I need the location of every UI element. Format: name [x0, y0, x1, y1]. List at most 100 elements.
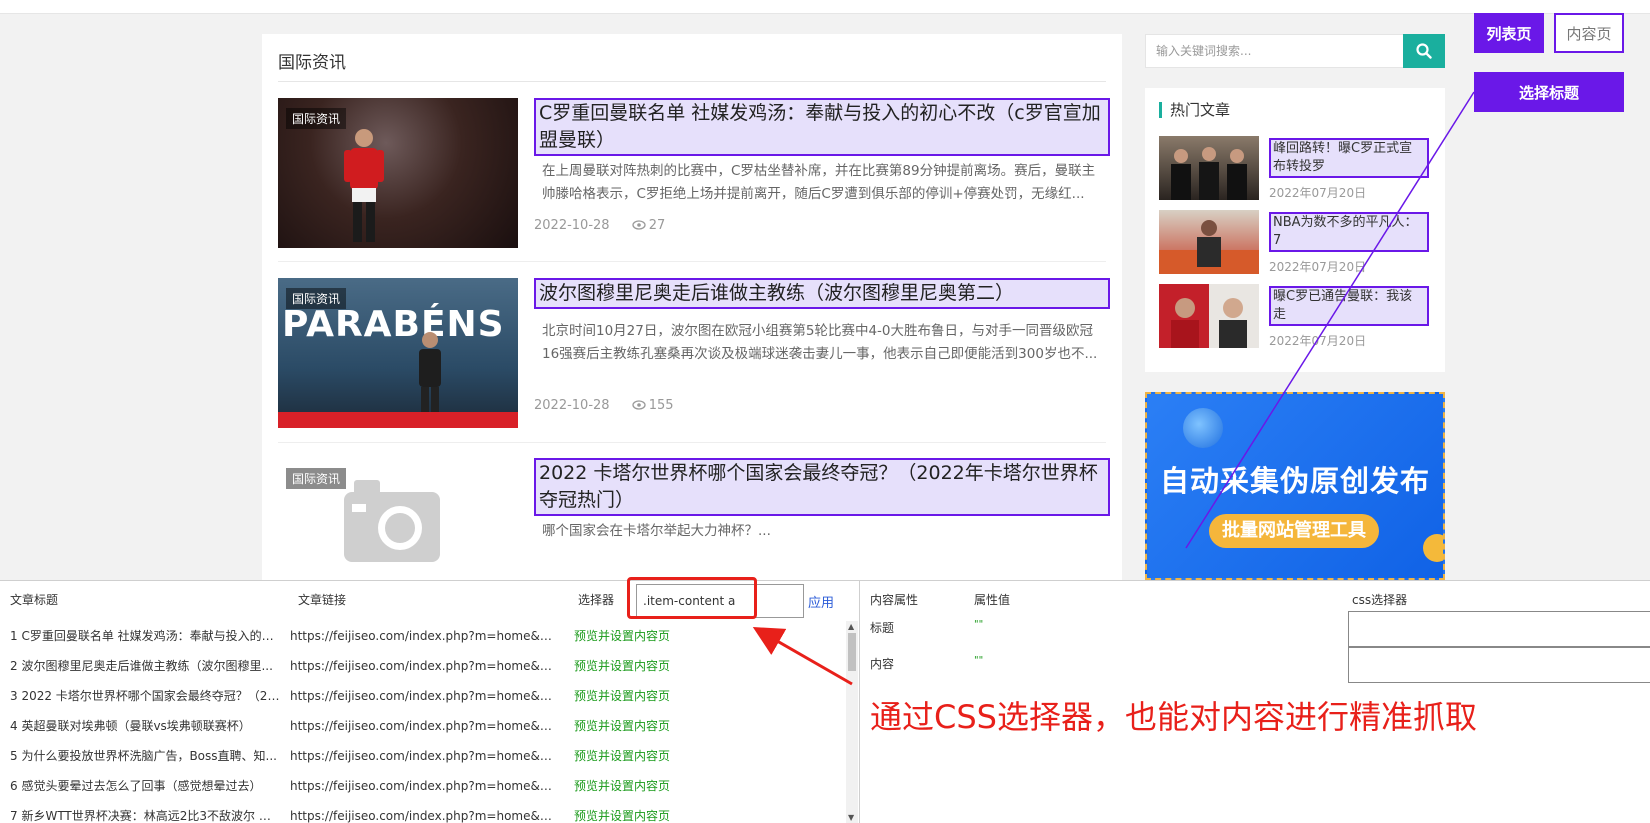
- selector-label: 选择器: [578, 593, 615, 607]
- article-thumbnail[interactable]: 国际资讯: [278, 98, 518, 248]
- table-row: 4 英超曼联对埃弗顿（曼联vs埃弗顿联赛杯） https://feijiseo.…: [0, 711, 846, 741]
- apply-button[interactable]: 应用: [808, 592, 834, 611]
- row-title: 4 英超曼联对埃弗顿（曼联vs埃弗顿联赛杯）: [10, 719, 251, 733]
- search-input[interactable]: [1146, 35, 1404, 67]
- decor-orb: [1423, 534, 1443, 562]
- select-title-button[interactable]: 选择标题: [1474, 72, 1624, 112]
- article-summary: 哪个国家会在卡塔尔举起大力神杯？...: [542, 523, 771, 539]
- category-tag: 国际资讯: [286, 468, 347, 489]
- camera-placeholder-icon: [344, 480, 440, 562]
- article-item[interactable]: PARABÉNS 国际资讯 波尔图穆里尼奥走后谁做主教练（波尔图穆里尼奥第二） …: [278, 278, 1110, 430]
- article-title-link[interactable]: 2022 卡塔尔世界杯哪个国家会最终夺冠？（2022年卡塔尔世界杯夺冠热门）: [534, 458, 1110, 516]
- row-link[interactable]: https://feijiseo.com/index.php?m=home&c=…: [290, 801, 552, 823]
- hot-thumb-image: [1159, 220, 1259, 274]
- search-box: [1145, 34, 1445, 68]
- row-link[interactable]: https://feijiseo.com/index.php?m=home&c=…: [290, 681, 552, 711]
- row-title: 2 波尔图穆里尼奥走后谁做主教练（波尔图穆里...: [10, 659, 273, 673]
- hot-article-item[interactable]: 峰回路转！曝C罗正式宣布转投罗 2022年07月20日: [1159, 136, 1431, 200]
- attribute-content-value: "": [974, 655, 984, 666]
- preview-set-content-link[interactable]: 预览并设置内容页: [574, 711, 670, 741]
- article-summary: 北京时间10月27日，波尔图在欧冠小组赛第5轮比赛中4-0大胜布鲁日，与对手一同…: [542, 323, 1098, 362]
- list-page-button[interactable]: 列表页: [1474, 13, 1544, 53]
- preview-set-content-link[interactable]: 预览并设置内容页: [574, 771, 670, 801]
- annotation-caption: 通过CSS选择器，也能对内容进行精准抓取: [870, 698, 1477, 736]
- scroll-up-icon[interactable]: ▲: [848, 622, 854, 631]
- table-row: 6 感觉头要晕过去怎么了回事（感觉想晕过去） https://feijiseo.…: [0, 771, 846, 801]
- attribute-title-label: 标题: [870, 621, 895, 635]
- column-header-title: 文章标题: [10, 593, 59, 607]
- hot-thumb-image: [1171, 147, 1247, 200]
- player-figure-image: [344, 129, 384, 242]
- row-title: 5 为什么要投放世界杯洗脑广告，Boss直聘、知...: [10, 749, 277, 763]
- article-meta: 2022-10-28 155: [534, 398, 692, 413]
- preview-set-content-link[interactable]: 预览并设置内容页: [574, 621, 670, 651]
- hot-article-date: 2022年07月20日: [1269, 334, 1367, 348]
- article-meta: 2022-10-28 27: [534, 218, 683, 233]
- search-icon: [1416, 43, 1432, 59]
- hot-article-title-link[interactable]: 曝C罗已通告曼联：我该走: [1269, 286, 1429, 326]
- thumbnail-text: PARABÉNS: [282, 304, 505, 345]
- scroll-thumb[interactable]: [848, 633, 856, 671]
- selector-highlight-box: [627, 577, 757, 619]
- top-bar: [0, 0, 1650, 14]
- search-button[interactable]: [1403, 34, 1445, 68]
- article-title-link[interactable]: 波尔图穆里尼奥走后谁做主教练（波尔图穆里尼奥第二）: [534, 278, 1110, 309]
- table-row: 2 波尔图穆里尼奥走后谁做主教练（波尔图穆里... https://feijis…: [0, 651, 846, 681]
- article-thumbnail[interactable]: PARABÉNS 国际资讯: [278, 278, 518, 428]
- hot-thumb-image: [1171, 298, 1247, 348]
- article-date: 2022-10-28: [534, 398, 610, 413]
- banner-pill: 批量网站管理工具: [1209, 514, 1379, 548]
- row-link[interactable]: https://feijiseo.com/index.php?m=home&c=…: [290, 651, 552, 681]
- banner-headline: 自动采集伪原创发布: [1159, 464, 1430, 498]
- red-stripe: [278, 412, 518, 428]
- preview-set-content-link[interactable]: 预览并设置内容页: [574, 801, 670, 823]
- attribute-content-label: 内容: [870, 657, 895, 671]
- row-link[interactable]: https://feijiseo.com/index.php?m=home&c=…: [290, 711, 552, 741]
- article-title-link[interactable]: C罗重回曼联名单 社媒发鸡汤：奉献与投入的初心不改（c罗官宣加盟曼联）: [534, 98, 1110, 156]
- row-link[interactable]: https://feijiseo.com/index.php?m=home&c=…: [290, 771, 552, 801]
- column-header-attribute: 内容属性: [870, 593, 919, 607]
- hot-article-date: 2022年07月20日: [1269, 186, 1367, 200]
- article-item[interactable]: 国际资讯 C罗重回曼联名单 社媒发鸡汤：奉献与投入的初心不改（c罗官宣加盟曼联）…: [278, 98, 1110, 250]
- row-title: 3 2022 卡塔尔世界杯哪个国家会最终夺冠？（20...: [10, 689, 282, 703]
- hot-article-item[interactable]: 曝C罗已通告曼联：我该走 2022年07月20日: [1159, 284, 1431, 348]
- preview-set-content-link[interactable]: 预览并设置内容页: [574, 741, 670, 771]
- section-divider: [278, 81, 1106, 82]
- scroll-down-icon[interactable]: ▼: [848, 813, 854, 822]
- section-title: 国际资讯: [278, 53, 346, 73]
- table-row: 5 为什么要投放世界杯洗脑广告，Boss直聘、知... https://feij…: [0, 741, 846, 771]
- preview-set-content-link[interactable]: 预览并设置内容页: [574, 681, 670, 711]
- eye-icon: [632, 400, 646, 410]
- table-row: 7 新乡WTT世界杯决赛：林高远2比3不敌波尔 无... https://fei…: [0, 801, 846, 823]
- promo-banner[interactable]: 自动采集伪原创发布 批量网站管理工具: [1145, 392, 1445, 580]
- article-divider: [278, 261, 1106, 262]
- article-divider: [278, 442, 1106, 443]
- hot-article-title-link[interactable]: NBA为数不多的平凡人：7: [1269, 212, 1429, 252]
- category-tag: 国际资讯: [286, 288, 347, 309]
- article-item[interactable]: 国际资讯 2022 卡塔尔世界杯哪个国家会最终夺冠？（2022年卡塔尔世界杯夺冠…: [278, 458, 1110, 580]
- preview-set-content-link[interactable]: 预览并设置内容页: [574, 651, 670, 681]
- table-row: 3 2022 卡塔尔世界杯哪个国家会最终夺冠？（20... https://fe…: [0, 681, 846, 711]
- hot-article-title-link[interactable]: 峰回路转！曝C罗正式宣布转投罗: [1269, 138, 1429, 178]
- hot-article-thumbnail[interactable]: [1159, 136, 1259, 200]
- vertical-scrollbar[interactable]: ▲ ▼: [846, 621, 858, 823]
- title-css-selector-input[interactable]: [1348, 611, 1650, 647]
- category-tag: 国际资讯: [286, 108, 347, 129]
- coach-figure-image: [419, 332, 441, 421]
- hot-article-date: 2022年07月20日: [1269, 260, 1367, 274]
- article-thumbnail[interactable]: 国际资讯: [278, 458, 518, 580]
- hot-articles-panel: 热门文章 峰回路转！曝C罗正式宣布转投罗 2022年07月20日 NBA为数不多…: [1145, 88, 1445, 372]
- article-summary: 在上周曼联对阵热刺的比赛中，C罗枯坐替补席，并在比赛第89分钟提前离场。赛后，曼…: [542, 163, 1096, 202]
- hot-article-thumbnail[interactable]: [1159, 284, 1259, 348]
- table-row: 1 C罗重回曼联名单 社媒发鸡汤：奉献与投入的初... https://feij…: [0, 621, 846, 651]
- content-page-button[interactable]: 内容页: [1554, 13, 1624, 53]
- row-title: 6 感觉头要晕过去怎么了回事（感觉想晕过去）: [10, 779, 262, 793]
- hot-article-item[interactable]: NBA为数不多的平凡人：7 2022年07月20日: [1159, 210, 1431, 274]
- row-link[interactable]: https://feijiseo.com/index.php?m=home&c=…: [290, 621, 552, 651]
- hot-article-thumbnail[interactable]: [1159, 210, 1259, 274]
- eye-icon: [632, 220, 646, 230]
- content-css-selector-input[interactable]: [1348, 647, 1650, 683]
- article-date: 2022-10-28: [534, 218, 610, 233]
- row-link[interactable]: https://feijiseo.com/index.php?m=home&c=…: [290, 741, 552, 771]
- row-title: 1 C罗重回曼联名单 社媒发鸡汤：奉献与投入的初...: [10, 629, 282, 643]
